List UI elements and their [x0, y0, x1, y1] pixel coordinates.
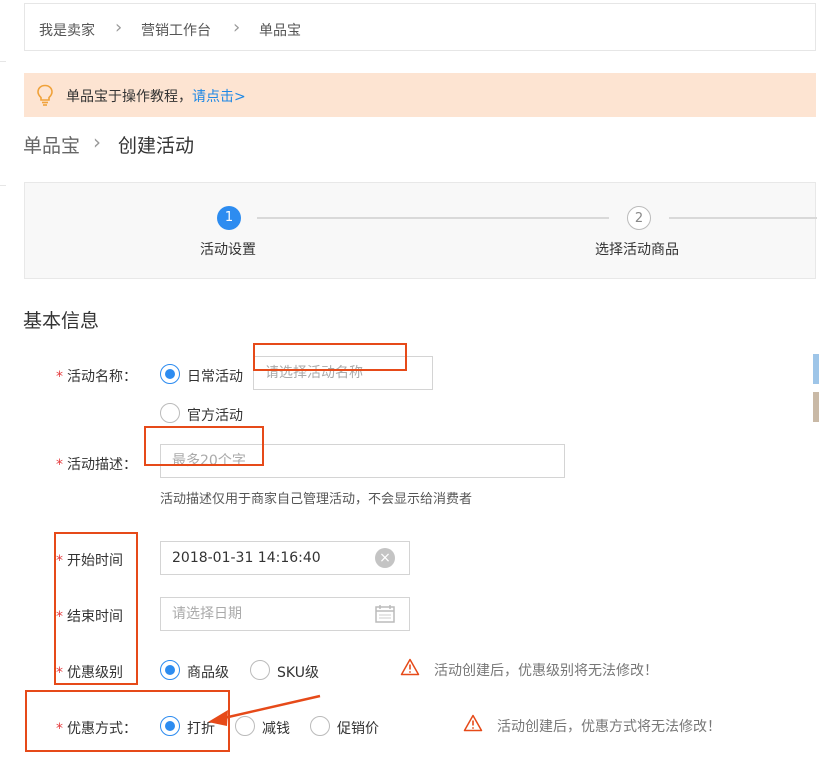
clear-icon[interactable]: ×: [375, 548, 395, 568]
activity-desc-label: * 活动描述：: [56, 454, 137, 474]
discount-method-warning: 活动创建后，优惠方式将无法修改！: [497, 719, 721, 735]
annotation-box: [253, 343, 407, 371]
step-2-circle: 2: [627, 206, 651, 230]
warning-icon: [400, 658, 420, 676]
radio-sku-level[interactable]: [250, 660, 270, 680]
radio-promo-price-label[interactable]: 促销价: [337, 718, 379, 738]
breadcrumb: 我是卖家 › 营销工作台 › 单品宝: [24, 3, 816, 51]
step-2-label: 选择活动商品: [595, 242, 679, 258]
radio-official-activity-label[interactable]: 官方活动: [187, 405, 243, 425]
activity-desc-hint: 活动描述仅用于商家自己管理活动，不会显示给消费者: [160, 492, 473, 507]
step-indicator: 1 2 活动设置 选择活动商品: [24, 182, 817, 279]
chevron-right-icon: ›: [233, 17, 241, 38]
radio-daily-activity-label[interactable]: 日常活动: [187, 366, 243, 386]
radio-product-level-label[interactable]: 商品级: [187, 662, 229, 682]
end-time-input[interactable]: 请选择日期: [160, 597, 410, 631]
tutorial-notice: 单品宝于操作教程，请点击>: [24, 73, 816, 117]
lightbulb-icon: [37, 84, 53, 106]
chevron-right-icon: ›: [115, 17, 123, 38]
warning-icon: [463, 714, 483, 732]
step-1-label: 活动设置: [200, 242, 256, 258]
notice-text: 单品宝于操作教程，请点击>: [66, 86, 246, 106]
required-star: *: [56, 457, 63, 473]
radio-product-level[interactable]: [160, 660, 180, 680]
radio-sku-level-label[interactable]: SKU级: [277, 662, 319, 682]
page-divider: [0, 185, 6, 186]
breadcrumb-item-seller[interactable]: 我是卖家: [39, 20, 95, 40]
tutorial-link[interactable]: 请点击>: [192, 89, 246, 105]
step-connector: [257, 217, 609, 219]
notice-message: 单品宝于操作教程，: [66, 89, 192, 105]
start-time-input[interactable]: 2018-01-31 14:16:40: [160, 541, 410, 575]
page-title-parent[interactable]: 单品宝: [23, 131, 80, 158]
right-edge-thumbnail: [813, 392, 819, 422]
calendar-icon[interactable]: [375, 605, 395, 623]
step-1-circle: 1: [217, 206, 241, 230]
page-divider: [0, 61, 6, 62]
annotation-arrow: [208, 694, 321, 726]
radio-daily-activity[interactable]: [160, 364, 180, 384]
step-2-number: 2: [634, 211, 644, 226]
breadcrumb-item-current: 单品宝: [259, 23, 301, 39]
chevron-right-icon: ›: [93, 130, 101, 154]
required-star: *: [56, 369, 63, 385]
activity-desc-label-text: 活动描述：: [67, 457, 137, 473]
activity-name-label-text: 活动名称：: [67, 369, 137, 385]
radio-official-activity[interactable]: [160, 403, 180, 423]
section-title: 基本信息: [23, 310, 100, 332]
annotation-box: [54, 532, 138, 685]
annotation-box: [144, 426, 264, 466]
breadcrumb-item-marketing[interactable]: 营销工作台: [141, 20, 211, 40]
start-time-value: 2018-01-31 14:16:40: [172, 550, 321, 566]
right-edge-thumbnail: [813, 354, 819, 384]
activity-name-label: * 活动名称：: [56, 366, 137, 386]
discount-level-warning: 活动创建后，优惠级别将无法修改！: [434, 663, 658, 679]
page-title: 创建活动: [118, 135, 195, 157]
step-1-number: 1: [224, 210, 234, 225]
step-connector: [669, 217, 817, 219]
end-time-placeholder: 请选择日期: [172, 606, 242, 622]
